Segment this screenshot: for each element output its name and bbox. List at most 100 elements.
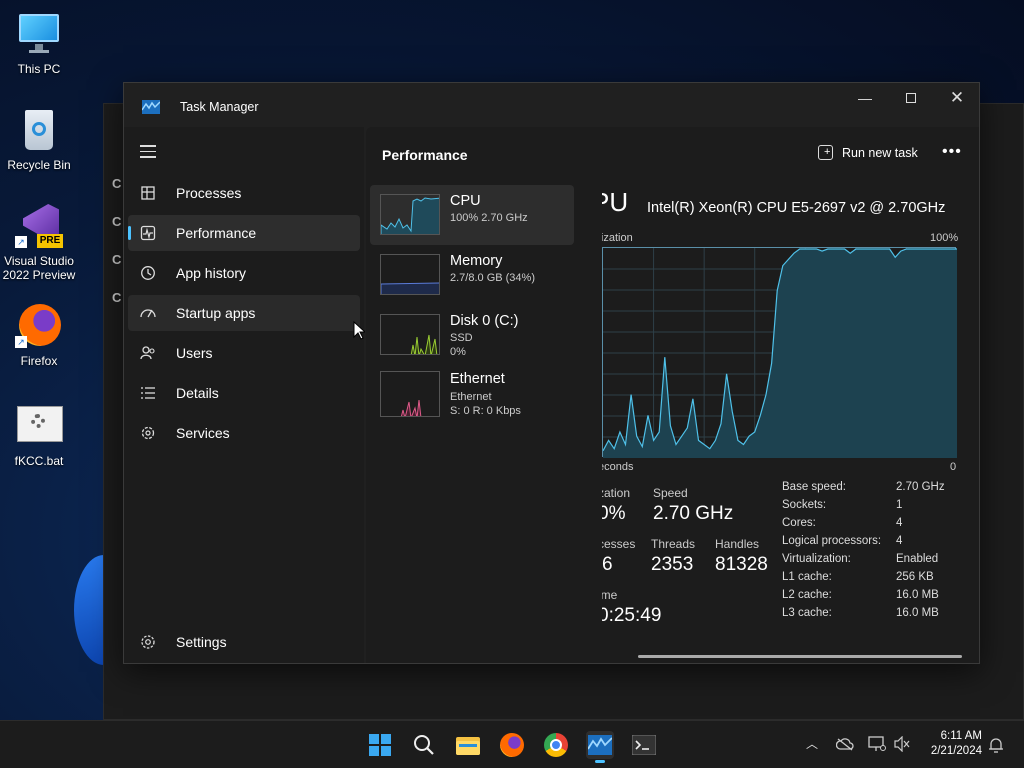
- taskbar: ︿ 6:11 AM 2/21/2024: [0, 720, 1024, 768]
- content-header: Performance + Run new task •••: [366, 127, 979, 179]
- processes-icon: [140, 185, 156, 201]
- desktop-icon-batch-file[interactable]: fKCC.bat: [0, 402, 78, 468]
- nav-label: Services: [176, 425, 230, 441]
- window-title: Task Manager: [180, 100, 259, 114]
- start-icon: [369, 734, 391, 756]
- nav-item-details[interactable]: Details: [128, 375, 360, 411]
- system-clock[interactable]: 6:11 AM 2/21/2024: [918, 729, 982, 759]
- terminal-taskbar-button[interactable]: [630, 731, 658, 759]
- nav-item-settings[interactable]: Settings: [128, 624, 360, 660]
- search-button[interactable]: [410, 731, 438, 759]
- details-icon: [140, 385, 156, 401]
- stat-value-handles: 81328: [715, 554, 768, 575]
- close-button[interactable]: ✕: [934, 83, 980, 113]
- chrome-icon: [544, 733, 568, 757]
- stat-label-utilization: zation: [602, 486, 631, 500]
- resource-name: CPU: [450, 193, 481, 209]
- nav-item-startup-apps[interactable]: Startup apps: [128, 295, 360, 331]
- cpu-model: Intel(R) Xeon(R) CPU E5-2697 v2 @ 2.70GH…: [647, 200, 946, 216]
- desktop-icon-visual-studio[interactable]: PRE ↗ Visual Studio 2022 Preview: [0, 202, 78, 282]
- mouse-cursor-icon: [353, 321, 365, 340]
- spec-key: L2 cache:: [782, 589, 832, 601]
- spec-value: 4: [896, 517, 903, 529]
- nav-label: Users: [176, 345, 213, 361]
- firefox-icon: ↗: [15, 302, 63, 350]
- spec-key: Sockets:: [782, 499, 827, 511]
- users-icon: [140, 345, 156, 361]
- resource-item-ethernet[interactable]: Ethernet Ethernet S: 0 R: 0 Kbps: [370, 365, 574, 433]
- resource-item-memory[interactable]: Memory 2.7/8.0 GB (34%): [370, 245, 574, 305]
- spec-key: Base speed:: [782, 481, 846, 493]
- volume-muted-icon[interactable]: [894, 736, 910, 752]
- run-new-task-label: Run new task: [842, 145, 918, 160]
- search-icon: [414, 735, 434, 755]
- clock-time: 6:11 AM: [940, 730, 982, 742]
- resource-sub: Ethernet: [450, 391, 492, 403]
- resource-item-disk[interactable]: Disk 0 (C:) SSD 0%: [370, 305, 574, 365]
- page-title: Performance: [382, 147, 468, 163]
- title-bar[interactable]: Task Manager — ✕: [124, 83, 979, 127]
- desktop-icon-this-pc[interactable]: This PC: [0, 10, 78, 76]
- stat-value-threads: 2353: [651, 554, 694, 575]
- nav-item-users[interactable]: Users: [128, 335, 360, 371]
- spec-value: 1: [896, 499, 903, 511]
- cpu-thumbnail-graph: [380, 194, 440, 235]
- minimize-button[interactable]: —: [842, 83, 888, 113]
- spec-key: L1 cache:: [782, 571, 832, 583]
- resource-sub: 100% 2.70 GHz: [450, 212, 528, 224]
- resource-name: Disk 0 (C:): [450, 313, 519, 329]
- hamburger-menu-icon[interactable]: [140, 145, 156, 162]
- visual-studio-icon: PRE ↗: [15, 202, 63, 250]
- run-new-task-button[interactable]: + Run new task: [818, 145, 918, 160]
- services-icon: [140, 425, 156, 441]
- main-content: Performance + Run new task ••• CPU 100% …: [366, 127, 979, 663]
- show-hidden-icons-chevron-icon[interactable]: ︿: [806, 735, 818, 752]
- memory-thumbnail-graph: [380, 254, 440, 295]
- start-button[interactable]: [366, 731, 394, 759]
- desktop-icon-firefox[interactable]: ↗ Firefox: [0, 302, 78, 368]
- maximize-icon: [906, 93, 916, 103]
- sidebar: Processes Performance App history Startu…: [124, 127, 364, 663]
- file-explorer-button[interactable]: [454, 731, 482, 759]
- network-icon[interactable]: [868, 736, 886, 752]
- spec-key: Logical processors:: [782, 535, 882, 547]
- chrome-taskbar-button[interactable]: [542, 731, 570, 759]
- firefox-icon: [500, 733, 524, 757]
- horizontal-scrollbar[interactable]: [638, 655, 962, 658]
- desktop-icon-recycle-bin[interactable]: Recycle Bin: [0, 106, 78, 172]
- task-manager-taskbar-button[interactable]: [586, 731, 614, 763]
- spec-value: 2.70 GHz: [896, 481, 945, 493]
- stat-value-uptime: 0:25:49: [602, 605, 662, 626]
- nav-item-app-history[interactable]: App history: [128, 255, 360, 291]
- firefox-taskbar-button[interactable]: [498, 731, 526, 759]
- spec-key: Virtualization:: [782, 553, 851, 565]
- nav-item-performance[interactable]: Performance: [128, 215, 360, 251]
- file-explorer-icon: [456, 737, 480, 755]
- nav-label: Processes: [176, 185, 242, 201]
- spec-key: Cores:: [782, 517, 816, 529]
- resource-sub: 0%: [450, 346, 466, 358]
- nav-label: Details: [176, 385, 219, 401]
- notification-bell-icon[interactable]: [988, 736, 1004, 754]
- stat-label-processes: cesses: [602, 537, 636, 551]
- resource-sub: S: 0 R: 0 Kbps: [450, 405, 521, 417]
- task-manager-app-icon: [142, 100, 160, 114]
- stat-label-speed: Speed: [653, 486, 688, 500]
- onedrive-cloud-icon[interactable]: [836, 737, 854, 751]
- monitor-icon: [15, 10, 63, 58]
- add-task-icon: +: [818, 145, 833, 160]
- terminal-icon: [632, 735, 656, 755]
- nav-label: Performance: [176, 225, 257, 241]
- gear-icon: [140, 634, 156, 650]
- resource-item-cpu[interactable]: CPU 100% 2.70 GHz: [370, 185, 574, 245]
- disk-thumbnail-graph: [380, 314, 440, 355]
- stat-value-processes: 6: [602, 554, 613, 575]
- nav-item-services[interactable]: Services: [128, 415, 360, 451]
- more-options-button[interactable]: •••: [942, 143, 962, 161]
- resource-name: Ethernet: [450, 371, 505, 387]
- stat-label-uptime: ime: [602, 588, 618, 602]
- nav-item-processes[interactable]: Processes: [128, 175, 360, 211]
- maximize-button[interactable]: [888, 83, 934, 113]
- clock-date: 2/21/2024: [930, 745, 982, 757]
- resource-sub: 2.7/8.0 GB (34%): [450, 272, 535, 284]
